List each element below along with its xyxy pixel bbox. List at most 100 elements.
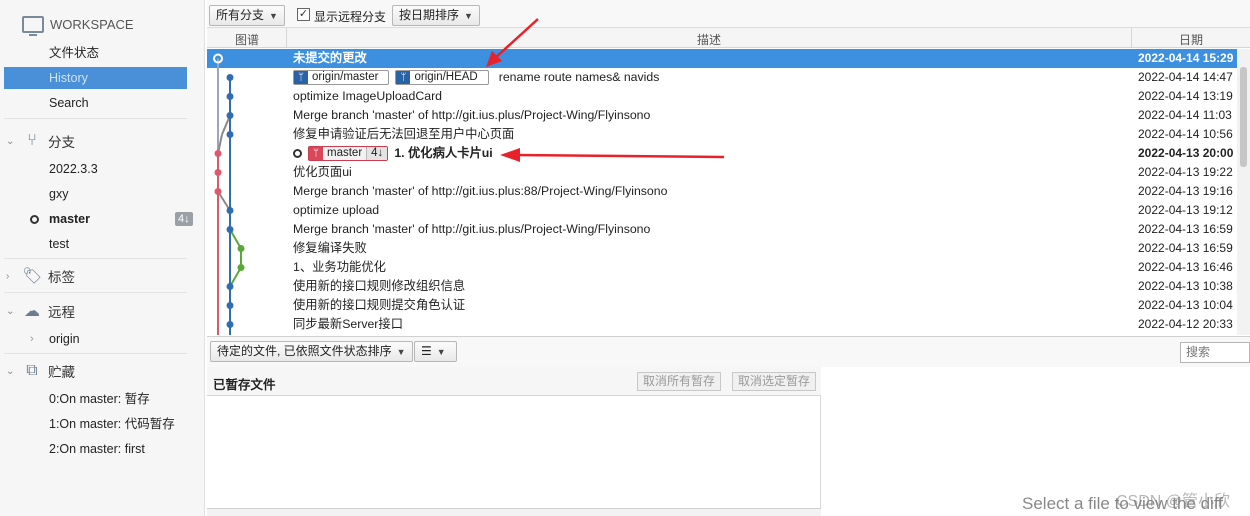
commit-node [214, 188, 222, 195]
commit-row[interactable]: 未提交的更改 2022-04-14 15:29 [207, 49, 1250, 68]
divider [4, 353, 187, 354]
commit-node [226, 93, 234, 100]
staged-files-list[interactable] [207, 396, 821, 508]
show-remote-checkbox[interactable]: ✓ [297, 8, 310, 21]
tags-label: 标签 [48, 270, 75, 285]
commit-row[interactable]: Merge branch 'master' of http://git.ius.… [207, 182, 1250, 201]
commit-node [226, 321, 234, 328]
column-date[interactable]: 日期 [1179, 31, 1203, 48]
commit-node [226, 207, 234, 214]
remote-section[interactable]: ⌄ ☁ 远程 [6, 299, 75, 323]
divider [4, 292, 187, 293]
commit-row[interactable]: 1、业务功能优化 2022-04-13 16:46 [207, 258, 1250, 277]
view-mode-dropdown[interactable]: ☰ ▼ [414, 341, 457, 362]
chevron-down-icon: ▼ [464, 11, 473, 21]
workspace-header[interactable]: WORKSPACE [22, 12, 134, 36]
commit-row[interactable]: 修复申请验证后无法回退至用户中心页面 2022-04-14 10:56 [207, 125, 1250, 144]
file-filter-dropdown[interactable]: 待定的文件, 已依照文件状态排序 ▼ [210, 341, 413, 362]
local-branch-tag[interactable]: ᛘ master 4↓ [308, 146, 389, 161]
tag-icon: 🏷 [22, 268, 43, 285]
branches-section[interactable]: ⌄ ⑂ 分支 [6, 129, 75, 153]
branch-item[interactable]: 2022.3.3 [4, 158, 187, 180]
column-graph[interactable]: 图谱 [235, 31, 259, 48]
chevron-down-icon: ⌄ [6, 135, 15, 147]
commit-node [226, 302, 234, 309]
chevron-down-icon: ⌄ [6, 305, 15, 317]
branch-icon: ⑂ [27, 132, 37, 149]
chevron-down-icon: ▼ [436, 347, 446, 357]
chevron-down-icon: ▼ [269, 11, 278, 21]
commit-node [226, 74, 234, 81]
commit-node [226, 283, 234, 290]
sort-order-dropdown[interactable]: 按日期排序 ▼ [392, 5, 480, 26]
annotation-arrow [500, 148, 725, 162]
commit-row[interactable]: ᛘ origin/master ᛘ origin/HEAD rename route… [207, 68, 1250, 87]
commit-node [214, 150, 222, 157]
commit-row[interactable]: 使用新的接口规则修改组织信息 2022-04-13 10:38 [207, 277, 1250, 296]
search-input[interactable]: 搜索 [1180, 342, 1250, 363]
stash-item[interactable]: 0:On master: 暂存 [4, 388, 187, 410]
chevron-down-icon: ⌄ [6, 365, 15, 377]
commit-node [214, 169, 222, 176]
behind-count-badge: 4↓ [175, 212, 193, 226]
commit-node [226, 112, 234, 119]
annotation-arrow [486, 18, 539, 67]
monitor-icon [22, 15, 44, 36]
commit-graph [213, 53, 245, 335]
list-icon: ☰ [421, 344, 432, 358]
commit-node [226, 226, 234, 233]
remote-branch-tag[interactable]: ᛘ origin/master [293, 70, 390, 85]
remote-item-origin[interactable]: origin [4, 328, 187, 350]
commit-table-header: 图谱 描述 日期 [207, 28, 1250, 48]
commit-list: 未提交的更改 2022-04-14 15:29 ᛘ origin/master ᛘo… [207, 49, 1250, 335]
commit-node [237, 264, 245, 271]
commit-row[interactable]: optimize upload 2022-04-13 19:12 [207, 201, 1250, 220]
sidebar: WORKSPACE 文件状态 History Search ⌄ ⑂ 分支 202… [0, 0, 205, 516]
stash-item[interactable]: 1:On master: 代码暂存 [4, 413, 187, 435]
stash-icon: ⧉ [26, 362, 38, 379]
commit-row-head[interactable]: ᛘ master 4↓ 1. 优化病人卡片ui 2022-04-13 20:00 [207, 144, 1250, 163]
unstage-selected-button[interactable]: 取消选定暂存 [732, 372, 817, 391]
stash-section[interactable]: ⌄ ⧉ 贮藏 [6, 359, 75, 383]
branch-icon: ᛘ [294, 71, 308, 84]
commit-message: 1. 优化病人卡片ui [394, 146, 493, 160]
branch-item-master[interactable]: master [4, 208, 187, 230]
sidebar-item-search[interactable]: Search [4, 92, 187, 114]
commit-node [237, 245, 245, 252]
unstaged-files-header [207, 508, 821, 516]
commit-row[interactable]: 使用新的接口规则提交角色认证 2022-04-13 10:04 [207, 296, 1250, 315]
commit-row[interactable]: 同步最新Server接口 2022-04-12 20:33 [207, 315, 1250, 334]
commit-row[interactable]: Merge branch 'master' of http://git.ius.… [207, 220, 1250, 239]
branches-label: 分支 [48, 135, 75, 150]
staged-files-header [207, 367, 821, 396]
branch-item[interactable]: test [4, 233, 187, 255]
commit-node [226, 131, 234, 138]
tags-section[interactable]: › 🏷 标签 [6, 264, 75, 288]
show-remote-label: 显示远程分支 [314, 10, 387, 24]
commit-row[interactable]: 修复编译失败 2022-04-13 16:59 [207, 239, 1250, 258]
watermark: CSDN @管小欣 [1116, 493, 1231, 510]
divider [4, 258, 187, 259]
branch-icon: ᛘ [396, 71, 411, 84]
sidebar-item-file-status[interactable]: 文件状态 [4, 42, 187, 64]
head-indicator-icon [293, 149, 302, 158]
branch-item[interactable]: gxy [4, 183, 187, 205]
stash-label: 贮藏 [48, 365, 75, 380]
remote-label: 远程 [48, 305, 75, 320]
divider [4, 118, 187, 119]
workspace-label: WORKSPACE [50, 16, 134, 32]
scrollbar-thumb[interactable] [1240, 67, 1247, 167]
remote-branch-tag[interactable]: ᛘ origin/HEAD [395, 70, 489, 85]
sidebar-item-history[interactable]: History [4, 67, 187, 89]
branch-filter-dropdown[interactable]: 所有分支 ▼ [209, 5, 285, 26]
column-description[interactable]: 描述 [697, 31, 721, 48]
stash-item[interactable]: 2:On master: first [4, 438, 187, 460]
branch-icon: ᛘ [309, 147, 323, 160]
staged-files-title: 已暂存文件 [213, 378, 276, 392]
cloud-icon: ☁ [24, 303, 40, 320]
unstage-all-button[interactable]: 取消所有暂存 [637, 372, 722, 391]
commit-row[interactable]: optimize ImageUploadCard 2022-04-14 13:19 [207, 87, 1250, 106]
commit-row[interactable]: Merge branch 'master' of http://git.ius.… [207, 106, 1250, 125]
commit-list-scrollbar[interactable] [1237, 49, 1250, 335]
commit-row[interactable]: 优化页面ui 2022-04-13 19:22 [207, 163, 1250, 182]
